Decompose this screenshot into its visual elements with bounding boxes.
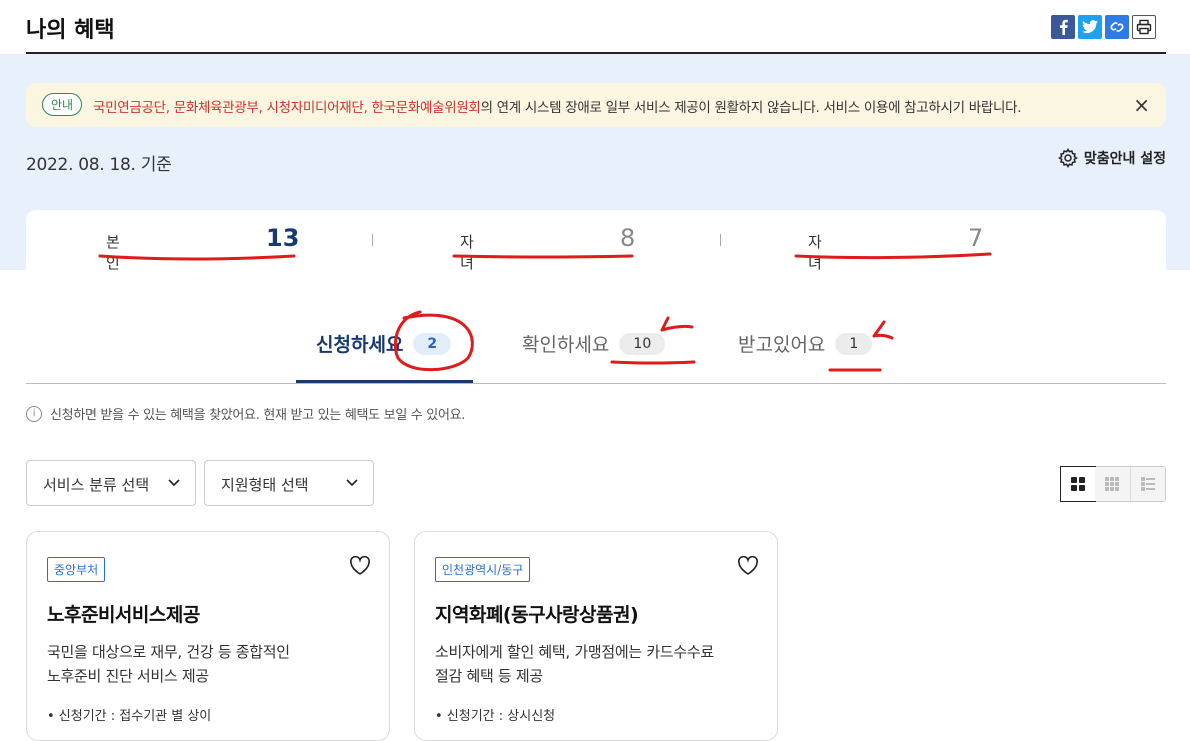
notice-badge: 안내 [42, 93, 83, 116]
settings-label: 맞춤안내 설정 [1083, 151, 1166, 167]
compact-grid-icon [1105, 477, 1120, 491]
chevron-down-icon [346, 479, 358, 487]
heart-icon[interactable] [737, 556, 759, 576]
tab-label: 신청하세요 [316, 334, 404, 356]
divider [720, 234, 721, 246]
count-value: 13 [266, 224, 300, 252]
agency-tag: 중앙부처 [47, 557, 106, 582]
benefit-tabs: 신청하세요 2 확인하세요 10 받고있어요 1 [26, 300, 1166, 384]
page-header: 나의 혜택 [26, 0, 1166, 54]
tab-apply[interactable]: 신청하세요 2 [316, 330, 452, 357]
info-note: i 신청하면 받을 수 있는 혜택을 찾았어요. 현재 받고 있는 혜택도 보일… [26, 404, 465, 423]
notice-highlight: 국민연금공단, 문화체육관광부, 시청자미디어재단, 한국문화예술위원회 [93, 100, 481, 116]
compact-grid-view-button[interactable] [1095, 467, 1131, 501]
tab-check[interactable]: 확인하세요 10 [522, 330, 666, 357]
support-type-select[interactable]: 지원형태 선택 [204, 460, 374, 506]
benefit-counts: 본인 13 자녀 8 자녀 7 [26, 210, 1166, 272]
chevron-down-icon [168, 479, 180, 487]
list-view-button[interactable] [1130, 467, 1165, 501]
list-icon [1140, 477, 1155, 491]
close-icon[interactable]: × [1133, 93, 1150, 117]
base-date: 2022. 08. 18. 기준 [26, 155, 172, 175]
count-label: 자녀 [460, 233, 474, 272]
heart-icon[interactable] [349, 556, 371, 576]
info-text: 신청하면 받을 수 있는 혜택을 찾았어요. 현재 받고 있는 혜택도 보일 수… [50, 408, 466, 423]
tab-count: 10 [619, 332, 666, 355]
count-label: 자녀 [808, 233, 822, 272]
service-category-select[interactable]: 서비스 분류 선택 [26, 460, 196, 506]
tab-count: 2 [413, 332, 452, 355]
link-icon[interactable] [1105, 15, 1129, 39]
card-period: • 신청기간 : 접수기관 별 상이 [47, 709, 212, 724]
notice-banner: 안내 국민연금공단, 문화체육관광부, 시청자미디어재단, 한국문화예술위원회의… [26, 83, 1166, 127]
settings-button[interactable]: 맞춤안내 설정 [1057, 148, 1166, 168]
benefit-card[interactable]: 인천광역시/동구 지역화폐(동구사랑상품권) 소비자에게 할인 혜택, 가맹점에… [414, 531, 778, 741]
divider [372, 234, 373, 246]
card-period: • 신청기간 : 상시신청 [435, 709, 556, 724]
select-value: 서비스 분류 선택 [43, 476, 150, 494]
grid-icon [1071, 477, 1086, 491]
card-description: 국민을 대상으로 재무, 건강 등 종합적인 노후준비 진단 서비스 제공 [47, 643, 290, 685]
count-value: 7 [968, 224, 984, 252]
tab-label: 받고있어요 [738, 334, 826, 356]
tab-label: 확인하세요 [522, 334, 610, 356]
facebook-icon[interactable] [1051, 15, 1075, 39]
card-title: 지역화폐(동구사랑상품권) [435, 604, 639, 626]
info-icon: i [26, 405, 42, 422]
agency-tag: 인천광역시/동구 [435, 557, 531, 582]
tab-receiving[interactable]: 받고있어요 1 [738, 330, 873, 357]
active-tab-indicator [296, 380, 473, 383]
share-toolbar [1051, 15, 1156, 39]
card-description: 소비자에게 할인 혜택, 가맹점에는 카드수수료 절감 혜택 등 제공 [435, 643, 714, 685]
tab-count: 1 [835, 332, 873, 355]
print-icon[interactable] [1132, 15, 1156, 39]
notice-body: 의 연계 시스템 장애로 일부 서비스 제공이 원활하지 않습니다. 서비스 이… [480, 100, 1022, 116]
card-title: 노후준비서비스제공 [47, 604, 200, 626]
grid-view-button[interactable] [1060, 466, 1097, 502]
twitter-icon[interactable] [1078, 15, 1102, 39]
view-toggle [1060, 466, 1166, 502]
notice-text: 국민연금공단, 문화체육관광부, 시청자미디어재단, 한국문화예술위원회의 연계… [93, 96, 1022, 116]
gear-icon [1057, 148, 1078, 168]
count-label: 본인 [106, 233, 120, 272]
page-title: 나의 혜택 [26, 18, 115, 43]
count-value: 8 [620, 224, 636, 252]
select-value: 지원형태 선택 [221, 476, 309, 494]
benefit-card[interactable]: 중앙부처 노후준비서비스제공 국민을 대상으로 재무, 건강 등 종합적인 노후… [26, 531, 390, 741]
